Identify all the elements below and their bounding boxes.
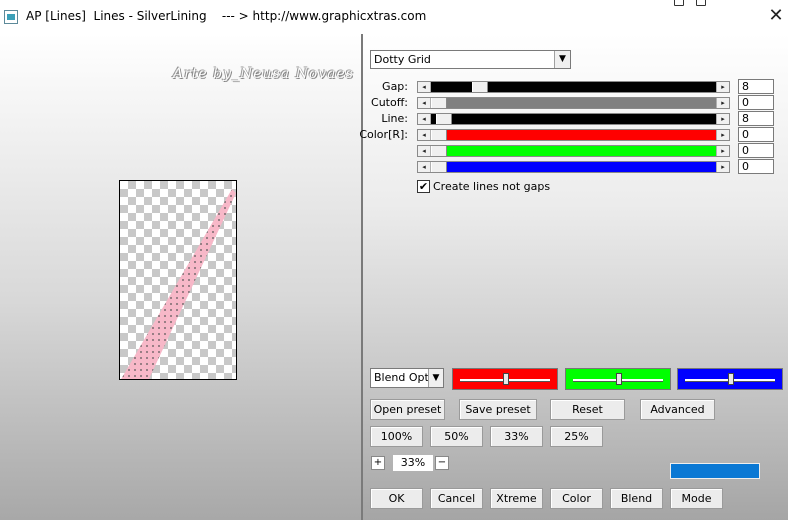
watermark-text: Arte by_Neusa Novaes (173, 66, 354, 82)
scroll-right-icon[interactable]: ▸ (716, 130, 729, 140)
blue-blend-slider-knob[interactable] (728, 373, 734, 385)
zoom-25-button[interactable]: 25% (550, 426, 603, 447)
save-preset-button[interactable]: Save preset (459, 399, 537, 420)
red-blend-slider[interactable] (452, 368, 558, 390)
gap-slider-thumb[interactable] (472, 82, 488, 92)
effect-select[interactable]: Dotty Grid ▼ (370, 50, 571, 69)
color-g-value-field[interactable]: 0 (738, 143, 774, 158)
gap-value-field[interactable]: 8 (738, 79, 774, 94)
color-b-slider[interactable]: ◂ ▸ (417, 161, 730, 173)
slider-track[interactable] (431, 114, 716, 124)
preview-canvas[interactable] (119, 180, 237, 380)
zoom-out-button[interactable]: − (435, 456, 449, 470)
slider-track[interactable] (431, 130, 716, 140)
title-bar: AP [Lines] Lines - SilverLining --- > ht… (0, 0, 788, 34)
xtreme-button[interactable]: Xtreme (490, 488, 543, 509)
reset-button[interactable]: Reset (550, 399, 625, 420)
line-slider[interactable]: ◂ ▸ (417, 113, 730, 125)
color-g-slider-thumb[interactable] (431, 146, 447, 156)
color-r-slider[interactable]: ◂ ▸ (417, 129, 730, 141)
preview-image (121, 189, 236, 379)
color-b-slider-thumb[interactable] (431, 162, 447, 172)
zoom-100-button[interactable]: 100% (370, 426, 423, 447)
scroll-left-icon[interactable]: ◂ (418, 162, 431, 172)
color-r-label: Color[R]: (359, 128, 408, 141)
scroll-left-icon[interactable]: ◂ (418, 114, 431, 124)
open-preset-button[interactable]: Open preset (370, 399, 445, 420)
chevron-down-icon[interactable]: ▼ (554, 51, 570, 68)
scroll-right-icon[interactable]: ▸ (716, 114, 729, 124)
line-slider-thumb[interactable] (436, 114, 452, 124)
color-r-value-field[interactable]: 0 (738, 127, 774, 142)
slider-track[interactable] (431, 98, 716, 108)
gap-slider[interactable]: ◂ ▸ (417, 81, 730, 93)
zoom-33-button[interactable]: 33% (490, 426, 543, 447)
line-label: Line: (381, 112, 408, 125)
cutoff-slider[interactable]: ◂ ▸ (417, 97, 730, 109)
maximize-icon[interactable] (692, 0, 708, 6)
create-lines-checkbox[interactable]: ✔ (417, 180, 430, 193)
blend-button[interactable]: Blend (610, 488, 663, 509)
cutoff-value-field[interactable]: 0 (738, 95, 774, 110)
window-title: AP [Lines] Lines - SilverLining --- > ht… (26, 9, 427, 23)
create-lines-label: Create lines not gaps (433, 180, 551, 193)
scroll-right-icon[interactable]: ▸ (716, 98, 729, 108)
scroll-right-icon[interactable]: ▸ (716, 162, 729, 172)
zoom-value: 33% (393, 455, 433, 471)
scroll-right-icon[interactable]: ▸ (716, 82, 729, 92)
color-g-slider[interactable]: ◂ ▸ (417, 145, 730, 157)
green-blend-slider-knob[interactable] (616, 373, 622, 385)
slider-track[interactable] (431, 146, 716, 156)
scroll-left-icon[interactable]: ◂ (418, 98, 431, 108)
scroll-left-icon[interactable]: ◂ (418, 130, 431, 140)
color-b-value-field[interactable]: 0 (738, 159, 774, 174)
mode-button[interactable]: Mode (670, 488, 723, 509)
scroll-left-icon[interactable]: ◂ (418, 82, 431, 92)
app-icon (4, 10, 18, 24)
color-swatch[interactable] (670, 463, 760, 479)
zoom-in-button[interactable]: + (371, 456, 385, 470)
slider-track[interactable] (431, 82, 716, 92)
slider-track[interactable] (431, 162, 716, 172)
ok-button[interactable]: OK (370, 488, 423, 509)
effect-select-value: Dotty Grid (374, 53, 431, 66)
restore-icon[interactable] (670, 0, 686, 6)
zoom-50-button[interactable]: 50% (430, 426, 483, 447)
cutoff-slider-thumb[interactable] (431, 98, 447, 108)
chevron-down-icon[interactable]: ▼ (428, 369, 443, 387)
scroll-right-icon[interactable]: ▸ (716, 146, 729, 156)
color-button[interactable]: Color (550, 488, 603, 509)
scroll-left-icon[interactable]: ◂ (418, 146, 431, 156)
green-blend-slider[interactable] (565, 368, 671, 390)
advanced-button[interactable]: Advanced (640, 399, 715, 420)
line-value-field[interactable]: 8 (738, 111, 774, 126)
blend-options-select[interactable]: Blend Optio ▼ (370, 368, 444, 388)
gap-label: Gap: (382, 80, 408, 93)
blend-options-value: Blend Optio (374, 371, 428, 384)
cancel-button[interactable]: Cancel (430, 488, 483, 509)
cutoff-label: Cutoff: (371, 96, 408, 109)
close-button[interactable]: ✕ (766, 6, 786, 26)
blue-blend-slider[interactable] (677, 368, 783, 390)
pink-stripe (121, 189, 236, 379)
color-r-slider-thumb[interactable] (431, 130, 447, 140)
red-blend-slider-knob[interactable] (503, 373, 509, 385)
